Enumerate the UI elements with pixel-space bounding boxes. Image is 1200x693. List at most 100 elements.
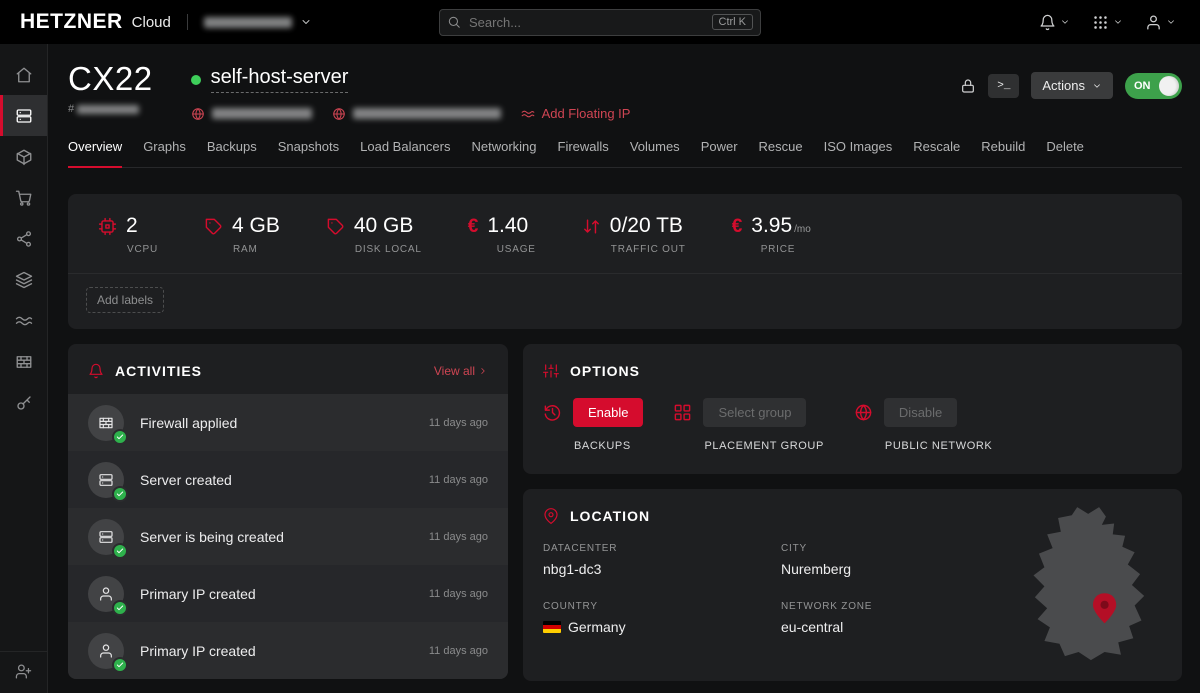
tab-rescue[interactable]: Rescue: [759, 139, 803, 167]
notifications-menu[interactable]: [1039, 14, 1070, 31]
layers-icon: [15, 271, 33, 289]
sidebar-item-firewalls[interactable]: [0, 341, 47, 382]
activity-row[interactable]: Primary IP created 11 days ago: [68, 565, 508, 622]
search-input[interactable]: [469, 15, 704, 30]
search-icon: [447, 15, 461, 29]
success-check-icon: [112, 543, 128, 559]
sidebar-item-volumes[interactable]: [0, 136, 47, 177]
tab-backups[interactable]: Backups: [207, 139, 257, 167]
main-content: CX22 # self-host-server: [48, 44, 1200, 693]
activity-row[interactable]: Primary IP created 11 days ago: [68, 622, 508, 679]
ipv6-address[interactable]: [332, 107, 501, 121]
server-tabs: Overview Graphs Backups Snapshots Load B…: [68, 139, 1182, 168]
activity-row[interactable]: Server is being created 11 days ago: [68, 508, 508, 565]
field-label: COUNTRY: [543, 601, 781, 612]
ip-row: Add Floating IP: [191, 106, 631, 121]
primary-ip-icon: [88, 633, 124, 669]
add-floating-ip-link[interactable]: Add Floating IP: [521, 106, 631, 121]
activity-time: 11 days ago: [429, 417, 488, 429]
power-state-label: ON: [1134, 80, 1151, 92]
sidebar-item-referral[interactable]: [0, 651, 47, 693]
tab-networking[interactable]: Networking: [471, 139, 536, 167]
success-check-icon: [112, 429, 128, 445]
tab-load-balancers[interactable]: Load Balancers: [360, 139, 450, 167]
stats-card: 2 VCPU 4 GB RAM 40 GB DISK LO: [68, 194, 1182, 329]
stat-traffic: 0/20 TB TRAFFIC OUT: [582, 214, 686, 255]
tab-delete[interactable]: Delete: [1046, 139, 1084, 167]
chevron-down-icon: [1060, 17, 1070, 27]
activity-time: 11 days ago: [429, 531, 488, 543]
stat-vcpu: 2 VCPU: [98, 214, 158, 255]
tab-iso-images[interactable]: ISO Images: [824, 139, 893, 167]
hetzner-logo[interactable]: HETZNER: [20, 10, 123, 34]
sidebar-item-load-balancers[interactable]: [0, 259, 47, 300]
chevron-down-icon: [1092, 81, 1102, 91]
add-labels-button[interactable]: Add labels: [86, 287, 164, 313]
tab-volumes[interactable]: Volumes: [630, 139, 680, 167]
sidebar-item-home[interactable]: [0, 54, 47, 95]
sidebar-item-networks[interactable]: [0, 218, 47, 259]
options-card: OPTIONS Enable BACKUPS: [523, 344, 1182, 474]
sidebar-item-servers[interactable]: [0, 95, 47, 136]
sidebar-item-floating-ips[interactable]: [0, 300, 47, 341]
chevron-down-icon: [1166, 17, 1176, 27]
activity-row[interactable]: Firewall applied 11 days ago: [68, 394, 508, 451]
bell-icon: [1039, 14, 1056, 31]
activities-title: ACTIVITIES: [115, 363, 202, 379]
lock-icon[interactable]: [960, 78, 976, 94]
tab-power[interactable]: Power: [701, 139, 738, 167]
location-field-network-zone: NETWORK ZONE eu-central: [781, 601, 1019, 635]
activity-text: Server created: [140, 472, 232, 488]
server-header: CX22 # self-host-server: [68, 62, 1182, 121]
chevron-right-icon: [478, 366, 488, 376]
tab-graphs[interactable]: Graphs: [143, 139, 186, 167]
enable-backups-button[interactable]: Enable: [573, 398, 643, 427]
account-menu[interactable]: [1145, 14, 1176, 31]
activity-row[interactable]: Server created 11 days ago: [68, 451, 508, 508]
placement-group-icon: [673, 403, 692, 422]
tab-snapshots[interactable]: Snapshots: [278, 139, 339, 167]
project-selector[interactable]: [204, 16, 312, 28]
search-shortcut: Ctrl K: [712, 14, 754, 30]
option-backups: Enable BACKUPS: [543, 398, 643, 452]
location-title: LOCATION: [570, 508, 650, 524]
location-field-city: CITY Nuremberg: [781, 543, 1019, 577]
view-all-label: View all: [434, 364, 475, 378]
ipv6-redacted: [353, 108, 501, 119]
lower-grid: ACTIVITIES View all Firewall applied 11 …: [68, 344, 1182, 681]
add-floating-ip-label: Add Floating IP: [542, 106, 631, 121]
options-sliders-icon: [543, 363, 559, 379]
sidebar-item-security[interactable]: [0, 382, 47, 423]
search-bar[interactable]: Ctrl K: [439, 9, 761, 36]
disable-public-network-button[interactable]: Disable: [884, 398, 957, 427]
ipv4-address[interactable]: [191, 107, 312, 121]
select-group-button[interactable]: Select group: [703, 398, 806, 427]
actions-label: Actions: [1042, 78, 1085, 93]
tab-overview[interactable]: Overview: [68, 139, 122, 168]
euro-icon: €: [468, 217, 479, 236]
topbar-divider: [187, 14, 188, 30]
field-value: nbg1-dc3: [543, 561, 781, 577]
tab-firewalls[interactable]: Firewalls: [558, 139, 609, 167]
project-name-redacted: [204, 17, 292, 28]
option-label: PUBLIC NETWORK: [885, 440, 992, 452]
field-value: Nuremberg: [781, 561, 1019, 577]
console-button[interactable]: >_: [988, 74, 1019, 98]
tab-rebuild[interactable]: Rebuild: [981, 139, 1025, 167]
germany-flag-icon: [543, 621, 561, 633]
tab-rescale[interactable]: Rescale: [913, 139, 960, 167]
apps-menu[interactable]: [1092, 14, 1123, 31]
power-toggle[interactable]: ON: [1125, 73, 1182, 99]
actions-button[interactable]: Actions: [1031, 72, 1113, 99]
labels-section: Add labels: [68, 273, 1182, 329]
server-name[interactable]: self-host-server: [211, 66, 349, 93]
globe-icon: [854, 403, 873, 422]
activities-card: ACTIVITIES View all Firewall applied 11 …: [68, 344, 508, 679]
stat-label: DISK LOCAL: [355, 244, 422, 255]
sidebar-item-marketplace[interactable]: [0, 177, 47, 218]
stat-label: PRICE: [761, 244, 811, 255]
map-pin-icon: [543, 508, 559, 524]
view-all-link[interactable]: View all: [434, 364, 488, 378]
server-type: CX22: [68, 62, 153, 95]
success-check-icon: [112, 657, 128, 673]
